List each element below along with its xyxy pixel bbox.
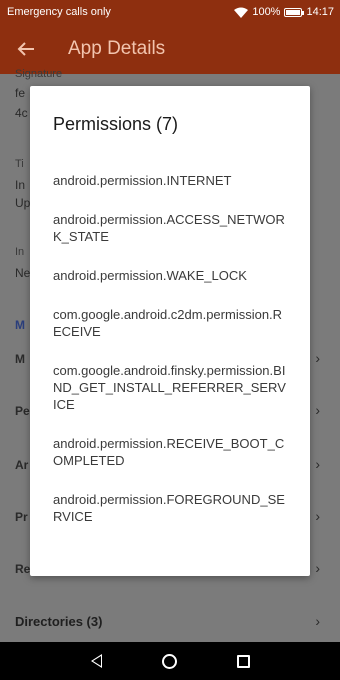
peek-text: In bbox=[15, 246, 25, 258]
peek-text: Ti bbox=[15, 158, 24, 170]
directories-label: Directories (3) bbox=[15, 614, 103, 629]
chevron-right-icon: › bbox=[315, 560, 320, 576]
wifi-icon bbox=[234, 7, 249, 18]
peek-row-label[interactable]: Pe bbox=[15, 404, 30, 418]
peek-row-label[interactable]: Ar bbox=[15, 458, 28, 472]
circle-home-icon bbox=[162, 653, 178, 669]
permission-list: android.permission.INTERNET android.perm… bbox=[53, 172, 289, 547]
back-button[interactable] bbox=[0, 24, 52, 74]
peek-text: Ne bbox=[15, 266, 31, 280]
page-title: App Details bbox=[68, 38, 166, 59]
chevron-right-icon: › bbox=[315, 613, 320, 629]
peek-row-label[interactable]: Pr bbox=[15, 510, 28, 524]
permission-item: android.permission.WAKE_LOCK bbox=[53, 268, 247, 283]
triangle-back-icon bbox=[91, 654, 103, 668]
peek-row-label[interactable]: Re bbox=[15, 562, 30, 576]
peek-text: fe bbox=[15, 86, 26, 100]
app-bar: App Details bbox=[0, 24, 340, 74]
nav-home-button[interactable] bbox=[160, 651, 180, 671]
peek-section-header: M bbox=[15, 318, 25, 332]
peek-text: Up bbox=[15, 196, 31, 210]
chevron-right-icon: › bbox=[315, 402, 320, 418]
carrier-text: Emergency calls only bbox=[7, 6, 111, 18]
peek-signature: Signature bbox=[15, 68, 63, 80]
nav-recents-button[interactable] bbox=[233, 651, 253, 671]
chevron-right-icon: › bbox=[315, 456, 320, 472]
chevron-right-icon: › bbox=[315, 350, 320, 366]
clock: 14:17 bbox=[306, 6, 334, 18]
permission-item: android.permission.ACCESS_NETWORK_STATE bbox=[53, 212, 285, 244]
permission-item: android.permission.RECEIVE_BOOT_COMPLETE… bbox=[53, 436, 285, 468]
permission-item: com.google.android.finsky.permission.BIN… bbox=[53, 363, 286, 412]
peek-text: 4c bbox=[15, 106, 28, 120]
permission-item: android.permission.INTERNET bbox=[53, 173, 232, 188]
arrow-back-icon bbox=[17, 42, 34, 56]
chevron-right-icon: › bbox=[315, 508, 320, 524]
status-bar: Emergency calls only 100% 14:17 bbox=[0, 0, 340, 24]
status-icons: 100% 14:17 bbox=[234, 6, 334, 18]
nav-back-button[interactable] bbox=[87, 651, 107, 671]
permission-item: com.google.android.c2dm.permission.RECEI… bbox=[53, 307, 283, 339]
peek-text: In bbox=[15, 178, 26, 192]
directories-row[interactable]: Directories (3) › bbox=[0, 608, 340, 636]
permission-item: android.permission.FOREGROUND_SERVICE bbox=[53, 492, 285, 524]
battery-icon bbox=[284, 7, 305, 17]
dialog-title: Permissions (7) bbox=[53, 114, 179, 134]
permissions-dialog: Permissions (7) android.permission.INTER… bbox=[30, 86, 310, 576]
navigation-bar bbox=[0, 642, 340, 680]
peek-row-label[interactable]: M bbox=[15, 352, 25, 366]
square-recents-icon bbox=[236, 654, 250, 668]
battery-percent: 100% bbox=[252, 6, 281, 18]
